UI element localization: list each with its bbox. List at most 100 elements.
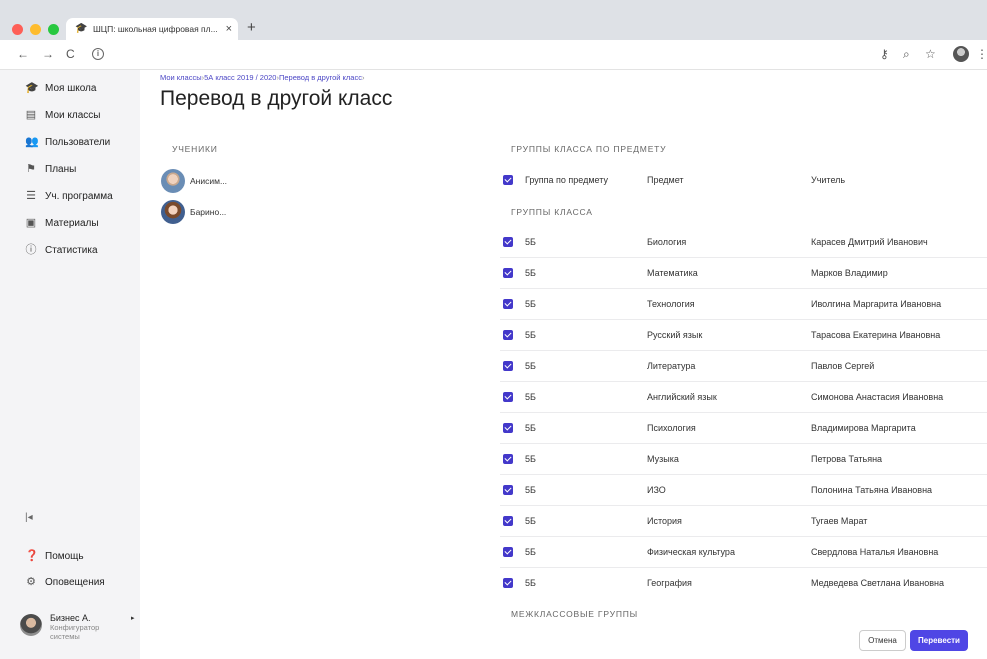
class-groups-label: Группы класса [511, 207, 593, 217]
tab-close-icon[interactable]: × [226, 23, 232, 35]
row-checkbox[interactable] [503, 485, 513, 495]
cell-teacher: Симонова Анастасия Ивановна [811, 392, 944, 402]
sidebar-item-statistics[interactable]: ⓘ Статистика [25, 241, 98, 259]
collapse-sidebar-icon[interactable]: |◂ [25, 512, 33, 523]
row-checkbox[interactable] [503, 547, 513, 557]
table-row[interactable]: 5Б Литература Павлов Сергей [500, 351, 987, 382]
breadcrumb-item-class[interactable]: 5А класс 2019 / 2020 [204, 73, 276, 82]
table-row[interactable]: 5Б Биология Карасев Дмитрий Иванович [500, 227, 987, 258]
transfer-button[interactable]: Перевести [910, 630, 968, 651]
browser-toolbar: ← → C i ⚷ ⌕ ☆ ⋮ [0, 40, 987, 70]
sidebar-item-label: Оповещения [45, 576, 105, 588]
select-all-checkbox[interactable] [503, 175, 513, 185]
user-role: Конфигуратор системы [50, 623, 100, 641]
sidebar-item-label: Статистика [45, 244, 98, 256]
cell-subject: Английский язык [647, 392, 717, 402]
row-checkbox[interactable] [503, 423, 513, 433]
column-header-group: Группа по предмету [525, 175, 608, 185]
forward-arrow-icon[interactable]: → [42, 47, 54, 61]
row-checkbox[interactable] [503, 516, 513, 526]
sidebar-item-curriculum[interactable]: ☰ Уч. программа [25, 187, 113, 205]
zoom-icon[interactable]: ⌕ [903, 47, 910, 61]
question-icon: ❓ [25, 550, 39, 562]
table-row[interactable]: 5Б Психология Владимирова Маргарита [500, 413, 987, 444]
table-icon: ▤ [25, 109, 37, 121]
row-checkbox[interactable] [503, 578, 513, 588]
row-checkbox[interactable] [503, 454, 513, 464]
student-avatar [161, 200, 185, 224]
sidebar-item-plans[interactable]: ⚑ Планы [25, 160, 76, 178]
sidebar: 🎓 Моя школа ▤ Мои классы 👥 Пользователи … [0, 70, 140, 659]
browser-titlebar: 🎓 ШЦП: школьная цифровая пл... × + [0, 0, 987, 40]
table-row[interactable]: 5Б География Медведева Светлана Ивановна [500, 568, 987, 599]
sidebar-item-label: Мои классы [45, 109, 101, 121]
key-icon[interactable]: ⚷ [880, 47, 889, 61]
sidebar-item-label: Моя школа [45, 82, 97, 94]
table-row[interactable]: 5Б История Тугаев Марат [500, 506, 987, 537]
menu-dots-icon[interactable]: ⋮ [976, 47, 987, 61]
row-checkbox[interactable] [503, 268, 513, 278]
cell-teacher: Тарасова Екатерина Ивановна [811, 330, 941, 340]
graduation-cap-icon: 🎓 [25, 82, 39, 94]
bookmark-star-icon[interactable]: ☆ [925, 47, 936, 61]
students-section-label: Ученики [172, 144, 218, 154]
table-row[interactable]: 5Б Музыка Петрова Татьяна [500, 444, 987, 475]
info-icon: ⓘ [25, 244, 37, 256]
avatar [20, 614, 42, 636]
sidebar-item-label: Планы [45, 163, 77, 175]
sidebar-item-help[interactable]: ❓ Помощь [25, 547, 84, 565]
sidebar-item-notifications[interactable]: ⚙ Оповещения [25, 573, 105, 591]
row-checkbox[interactable] [503, 330, 513, 340]
reload-icon[interactable]: C [66, 47, 75, 61]
table-row[interactable]: 5Б Английский язык Симонова Анастасия Иван… [500, 382, 987, 413]
row-checkbox[interactable] [503, 299, 513, 309]
row-checkbox[interactable] [503, 392, 513, 402]
cell-teacher: Владимирова Маргарита [811, 423, 916, 433]
student-item[interactable]: Барино... [161, 199, 226, 225]
flag-icon: ⚑ [26, 163, 36, 175]
sidebar-item-label: Помощь [45, 550, 84, 562]
maximize-window-button[interactable] [48, 24, 59, 35]
cell-group: 5Б [525, 361, 536, 371]
cancel-button[interactable]: Отмена [859, 630, 906, 651]
sidebar-item-materials[interactable]: ▣ Материалы [25, 214, 99, 232]
profile-avatar-icon[interactable] [953, 46, 969, 62]
back-arrow-icon[interactable]: ← [17, 47, 29, 61]
close-window-button[interactable] [12, 24, 23, 35]
sidebar-item-label: Уч. программа [45, 190, 113, 202]
cell-subject: История [647, 516, 682, 526]
new-tab-button[interactable]: + [247, 19, 256, 36]
row-checkbox[interactable] [503, 361, 513, 371]
user-name: Бизнес А. [50, 613, 91, 623]
user-profile[interactable]: Бизнес А. Конфигуратор системы ▸ [20, 610, 138, 650]
users-icon: 👥 [25, 136, 39, 148]
breadcrumb-item-transfer[interactable]: Перевод в другой класс [279, 73, 362, 82]
student-item[interactable]: Анисим... [161, 168, 227, 194]
gear-icon: ⚙ [26, 576, 36, 588]
interclass-groups-label: Межклассовые группы [511, 609, 638, 619]
row-checkbox[interactable] [503, 237, 513, 247]
cell-group: 5Б [525, 578, 536, 588]
cell-group: 5Б [525, 516, 536, 526]
table-row[interactable]: 5Б ИЗО Полонина Татьяна Ивановна [500, 475, 987, 506]
cell-subject: Математика [647, 268, 698, 278]
cell-teacher: Медведева Светлана Ивановна [811, 578, 945, 588]
table-row[interactable]: 5Б Технология Иволгина Маргарита Ивановна [500, 289, 987, 320]
sidebar-item-my-school[interactable]: 🎓 Моя школа [25, 79, 96, 97]
breadcrumb-separator: › [361, 73, 365, 82]
table-row[interactable]: 5Б Физическая культура Свердлова Наталья И… [500, 537, 987, 568]
sidebar-item-users[interactable]: 👥 Пользователи [25, 133, 110, 151]
sidebar-item-my-classes[interactable]: ▤ Мои классы [25, 106, 101, 124]
site-info-icon[interactable]: i [92, 48, 104, 60]
breadcrumb-item-my-classes[interactable]: Мои классы [160, 73, 202, 82]
minimize-window-button[interactable] [30, 24, 41, 35]
cell-subject: Литература [647, 361, 696, 371]
table-row[interactable]: 5Б Математика Марков Владимир [500, 258, 987, 289]
address-bar[interactable] [88, 45, 938, 65]
browser-tab[interactable]: 🎓 ШЦП: школьная цифровая пл... × [66, 18, 238, 40]
cell-group: 5Б [525, 268, 536, 278]
cell-teacher: Марков Владимир [811, 268, 888, 278]
cell-group: 5Б [525, 454, 536, 464]
table-row[interactable]: 5Б Русский язык Тарасова Екатерина Ивановн… [500, 320, 987, 351]
cell-teacher: Иволгина Маргарита Ивановна [811, 299, 942, 309]
